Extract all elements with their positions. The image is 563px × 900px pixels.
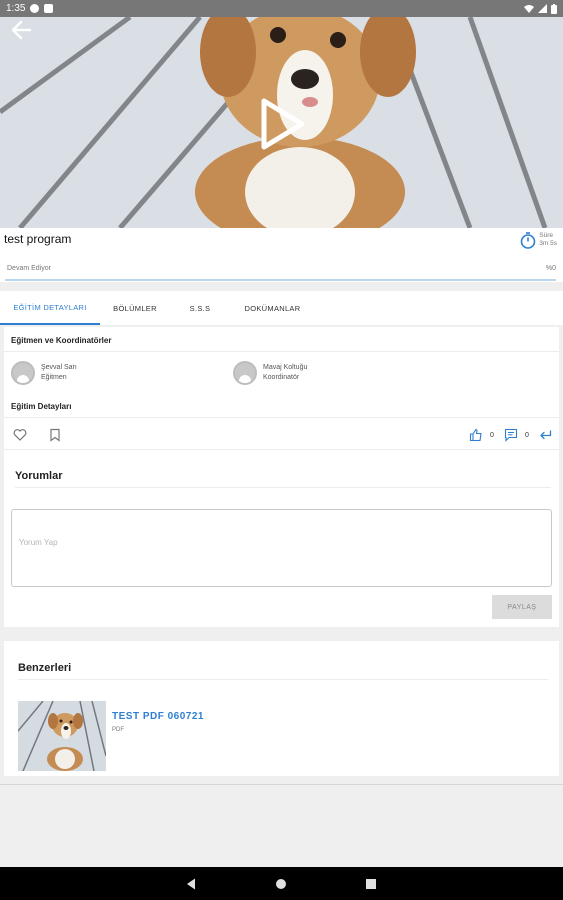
progress-status: Devam Ediyor [7, 265, 51, 272]
duration: Süre 3m 5s [520, 232, 557, 249]
divider [18, 679, 548, 680]
person-role: Eğitmen [41, 374, 67, 381]
puppy-thumbnail-image [18, 701, 106, 771]
divider [4, 417, 559, 418]
similar-item-title[interactable]: TEST PDF 060721 [112, 711, 204, 722]
duration-label: Süre [539, 232, 554, 239]
divider [15, 487, 551, 488]
share-button[interactable]: PAYLAŞ [492, 595, 552, 619]
stopwatch-icon [520, 232, 536, 249]
wifi-icon [524, 5, 534, 13]
similar-title: Benzerleri [18, 662, 72, 674]
tab-bar: EĞİTİM DETAYLARI BÖLÜMLER S.S.S DOKÜMANL… [0, 291, 563, 325]
progress-percent: %0 [545, 265, 556, 272]
comment-input[interactable] [11, 509, 552, 587]
comments-title: Yorumlar [15, 470, 63, 482]
app-notification-icon [30, 4, 40, 13]
storage-notification-icon [44, 4, 54, 13]
action-row: 0 0 [4, 422, 559, 448]
tab-sss[interactable]: S.S.S [170, 291, 230, 325]
status-time: 1:35 [6, 3, 26, 14]
progress-bar [5, 279, 556, 281]
program-title: test program [4, 232, 72, 246]
nav-recents-icon[interactable] [364, 877, 378, 891]
play-icon[interactable] [258, 97, 306, 151]
comment-count: 0 [525, 432, 529, 439]
thumbs-up-icon[interactable] [469, 428, 483, 442]
person-instructor[interactable]: Şevval Sarı Eğitmen [11, 361, 77, 385]
status-bar: 1:35 [0, 0, 563, 17]
nav-back-icon[interactable] [184, 877, 198, 891]
similar-item-type: PDF [112, 727, 124, 733]
avatar [11, 361, 35, 385]
tab-egitim-detaylari[interactable]: EĞİTİM DETAYLARI [0, 291, 100, 325]
person-role: Koordinatör [263, 374, 300, 381]
comment-icon[interactable] [504, 428, 518, 442]
tab-dokumanlar[interactable]: DOKÜMANLAR [230, 291, 315, 325]
duration-value: 3m 5s [539, 240, 557, 247]
divider [0, 784, 563, 785]
back-arrow-icon[interactable] [8, 17, 34, 43]
bookmark-icon[interactable] [48, 428, 62, 442]
system-nav-bar [0, 867, 563, 900]
avatar [233, 361, 257, 385]
divider [4, 351, 559, 352]
similar-item-thumbnail[interactable] [18, 701, 106, 771]
instructors-title: Eğitmen ve Koordinatörler [11, 336, 112, 345]
signal-icon [538, 4, 547, 13]
person-name: Mavaj Koltuğu [263, 364, 308, 371]
reply-icon[interactable] [538, 428, 552, 442]
heart-icon[interactable] [13, 428, 27, 442]
divider [4, 449, 559, 450]
details-title: Eğitim Detayları [11, 402, 72, 411]
program-info: test program Süre 3m 5s Devam Ediyor %0 [0, 228, 563, 282]
person-coordinator[interactable]: Mavaj Koltuğu Koordinatör [233, 361, 307, 385]
like-count: 0 [490, 432, 494, 439]
similar-card: Benzerleri TEST PDF 060721 PDF [4, 641, 559, 776]
battery-icon [551, 3, 557, 14]
details-card: Eğitmen ve Koordinatörler Şevval Sarı Eğ… [4, 327, 559, 627]
person-name: Şevval Sarı [41, 364, 77, 371]
nav-home-icon[interactable] [274, 877, 288, 891]
tab-bolumler[interactable]: BÖLÜMLER [100, 291, 170, 325]
